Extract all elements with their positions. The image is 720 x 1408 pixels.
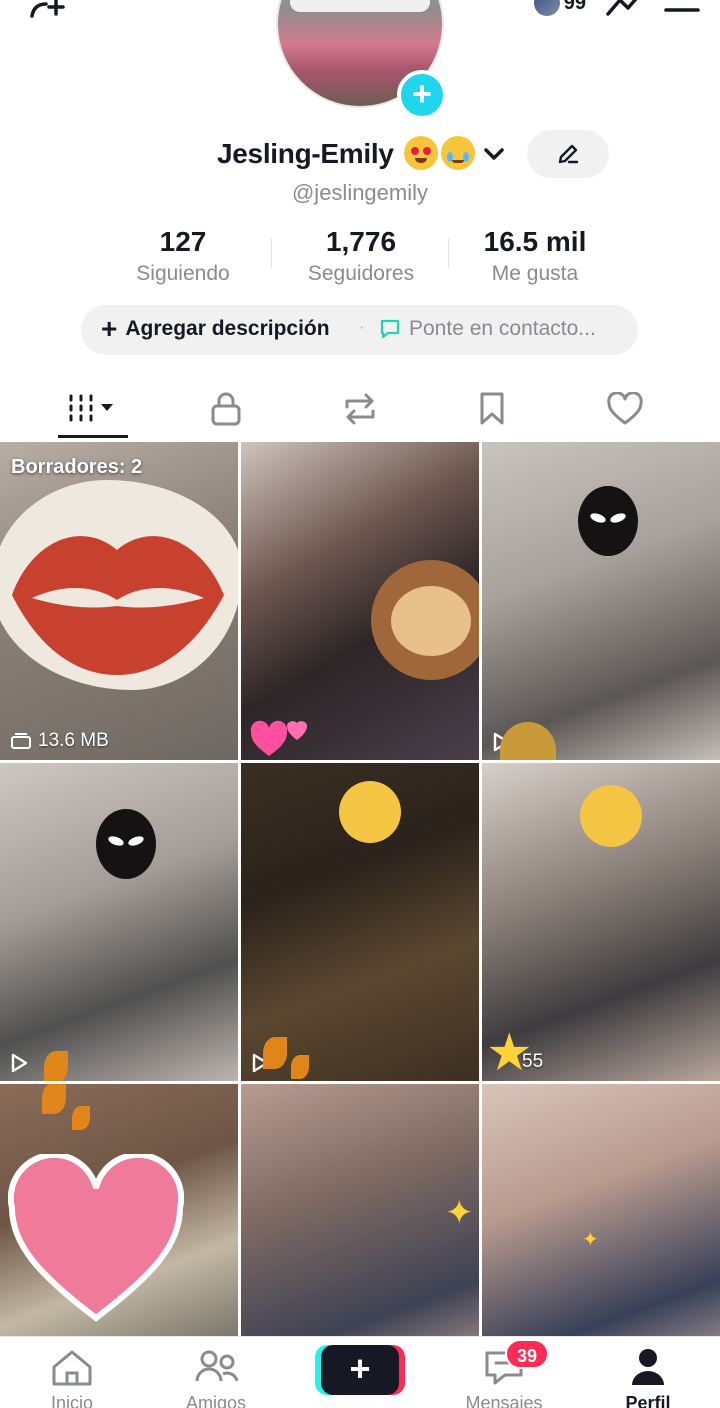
- stat-following[interactable]: 127 Siguiendo: [118, 226, 248, 286]
- sparkles-sticker: ✦: [582, 1229, 599, 1251]
- menu-icon[interactable]: [664, 0, 700, 18]
- add-friend-icon[interactable]: [26, 0, 72, 20]
- avatar-photo-detail: [290, 0, 430, 12]
- stat-followers[interactable]: 1,776 Seguidores: [292, 226, 430, 286]
- add-photo-button[interactable]: +: [397, 70, 447, 120]
- followers-label: Seguidores: [307, 262, 415, 285]
- video-tile[interactable]: [241, 442, 479, 760]
- two-hearts-sticker: [250, 720, 307, 756]
- contact-button[interactable]: Ponte en contacto...: [379, 317, 596, 341]
- tile-caption: 13.6 MB: [10, 730, 109, 752]
- followers-count: 1,776: [325, 226, 397, 257]
- masked-face-sticker: [578, 486, 638, 556]
- display-name: Jesling-Emily: [217, 138, 394, 169]
- plus-icon: +: [101, 313, 118, 344]
- bookmark-icon: [480, 392, 504, 425]
- nav-home-label: Inicio: [50, 1393, 94, 1408]
- video-tile[interactable]: [241, 763, 479, 1081]
- nav-profile[interactable]: Perfil: [593, 1347, 703, 1408]
- stat-divider: [448, 238, 449, 268]
- nav-inbox-label: Mensajes: [465, 1393, 543, 1408]
- likes-label: Me gusta: [491, 262, 579, 285]
- profile-icon: [632, 1349, 664, 1385]
- video-tile[interactable]: ✦: [241, 1084, 479, 1336]
- pencil-icon: [558, 144, 579, 164]
- drafts-label: Borradores: 2: [11, 456, 143, 478]
- video-tile[interactable]: [0, 1084, 238, 1336]
- video-tile[interactable]: ✦: [482, 1084, 720, 1336]
- video-tile-drafts[interactable]: Borradores: 2 13.6 MB: [0, 442, 238, 760]
- nav-home[interactable]: Inicio: [17, 1347, 127, 1408]
- analytics-icon[interactable]: [604, 0, 646, 18]
- star-sticker: ★: [486, 1024, 533, 1081]
- contact-label: Ponte en contacto...: [409, 317, 596, 340]
- sparkles-sticker: ✦: [445, 1194, 474, 1232]
- tile-caption-text: 13.6 MB: [38, 730, 109, 751]
- coin-counter[interactable]: 99: [533, 0, 586, 16]
- tab-videos[interactable]: [58, 384, 128, 438]
- tab-reposts[interactable]: [325, 384, 395, 434]
- top-right-actions: 99: [533, 0, 700, 18]
- bio-actions-pill: + Agregar descripción · Ponte en contact…: [81, 305, 638, 355]
- coin-count: 99: [563, 0, 586, 14]
- home-icon: [52, 1350, 92, 1386]
- profile-stats: 127 Siguiendo 1,776 Seguidores 16.5 mil …: [0, 226, 720, 296]
- tab-favorites[interactable]: [457, 384, 527, 434]
- pleading-face-sticker: [339, 781, 401, 843]
- pleading-face-sticker: [580, 785, 642, 847]
- teary-face-emoji-icon: [441, 136, 475, 170]
- inbox-badge: 39: [505, 1339, 549, 1369]
- leaf-sticker: [44, 1051, 68, 1081]
- heart-sticker: [8, 1154, 184, 1322]
- storage-icon: [11, 733, 31, 749]
- following-label: Siguiendo: [136, 262, 230, 285]
- leaf-sticker: [291, 1055, 309, 1079]
- add-description-label: Agregar descripción: [125, 317, 330, 340]
- tab-liked[interactable]: [590, 384, 660, 434]
- chat-bubble-icon: [380, 319, 400, 339]
- plus-icon: +: [349, 1348, 371, 1389]
- monkey-emoji-sticker: [500, 722, 556, 760]
- leaf-sticker: [72, 1106, 90, 1130]
- following-count: 127: [159, 226, 207, 257]
- create-button[interactable]: +: [321, 1345, 399, 1395]
- leaf-sticker: [263, 1037, 287, 1069]
- stat-divider: [271, 238, 272, 268]
- nav-profile-label: Perfil: [625, 1393, 671, 1408]
- lips-sticker: [0, 480, 238, 690]
- chevron-down-icon[interactable]: [482, 146, 506, 162]
- video-tile[interactable]: [482, 442, 720, 760]
- tile-caption: [10, 1053, 34, 1073]
- nav-friends-label: Amigos: [185, 1393, 247, 1408]
- stat-likes[interactable]: 16.5 mil Me gusta: [466, 226, 604, 286]
- coin-avatar-icon: [533, 0, 560, 16]
- edit-profile-button[interactable]: [527, 130, 609, 178]
- heart-outline-icon: [607, 392, 643, 425]
- name-row: Jesling-Emily: [0, 130, 720, 178]
- separator-dot: ·: [359, 319, 365, 336]
- grid-bars-icon: [69, 394, 113, 422]
- heart-eyes-emoji-icon: [404, 136, 438, 170]
- lock-icon: [211, 392, 241, 426]
- repost-icon: [345, 393, 375, 425]
- bottom-navigation: Inicio Amigos + Mensajes 39 Perfil: [0, 1336, 720, 1408]
- leaf-sticker: [42, 1084, 66, 1114]
- play-icon: [11, 1053, 28, 1073]
- see-no-evil-monkey-sticker: [371, 560, 479, 680]
- content-tabs: [0, 380, 720, 442]
- add-description-button[interactable]: + Agregar descripción: [101, 313, 330, 344]
- nav-friends[interactable]: Amigos: [161, 1347, 271, 1408]
- tab-private[interactable]: [191, 384, 261, 434]
- video-tile[interactable]: [0, 763, 238, 1081]
- friends-icon: [195, 1350, 239, 1382]
- video-tile[interactable]: 55 ★: [482, 763, 720, 1081]
- likes-count: 16.5 mil: [483, 226, 587, 257]
- video-grid: Borradores: 2 13.6 MB 55 ★ ✦ ✦: [0, 442, 720, 1336]
- masked-face-sticker: [96, 809, 156, 879]
- username: @jeslingemily: [291, 180, 429, 205]
